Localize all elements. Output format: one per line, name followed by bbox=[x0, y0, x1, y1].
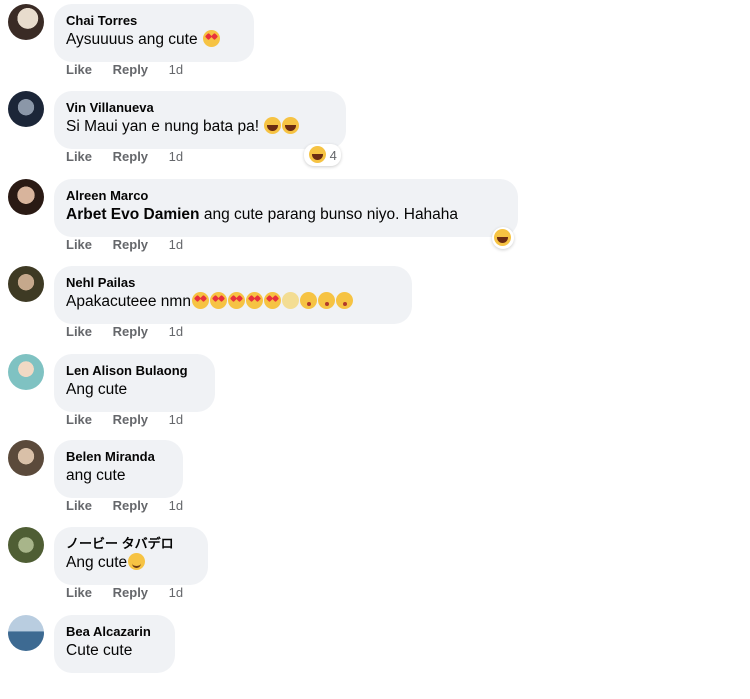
timestamp[interactable]: 1d bbox=[169, 149, 183, 164]
like-button[interactable]: Like bbox=[66, 62, 92, 77]
heart-eyes-icon bbox=[209, 292, 227, 309]
kiss-icon bbox=[317, 292, 335, 309]
timestamp[interactable]: 1d bbox=[169, 498, 183, 513]
comment-actions: Like Reply 1d bbox=[66, 498, 200, 514]
haha-reaction-icon bbox=[309, 146, 326, 163]
comment-text-content: Si Maui yan e nung bata pa! bbox=[66, 118, 260, 135]
comment: Chai Torres Aysuuuus ang cute Like Reply… bbox=[0, 0, 750, 88]
avatar[interactable] bbox=[8, 4, 44, 40]
comment: Nehl Pailas Apakacuteee nmn Like Reply 1… bbox=[0, 262, 750, 350]
comment-bubble: Len Alison Bulaong Ang cute bbox=[54, 354, 215, 412]
avatar[interactable] bbox=[8, 440, 44, 476]
like-button[interactable]: Like bbox=[66, 149, 92, 164]
reply-button[interactable]: Reply bbox=[113, 62, 148, 77]
comment-author[interactable]: Nehl Pailas bbox=[66, 274, 400, 291]
rolling-laughing-icon bbox=[282, 117, 300, 134]
comment-text-content: Apakacuteee nmn bbox=[66, 293, 191, 310]
comment-text: Arbet Evo Damien ang cute parang bunso n… bbox=[66, 204, 506, 226]
timestamp[interactable]: 1d bbox=[169, 585, 183, 600]
heart-eyes-icon bbox=[227, 292, 245, 309]
comment-text: Ang cute bbox=[66, 552, 196, 574]
smile-icon bbox=[128, 553, 146, 570]
like-button[interactable]: Like bbox=[66, 412, 92, 427]
comment-bubble: Chai Torres Aysuuuus ang cute bbox=[54, 4, 254, 62]
comment: Belen Miranda ang cute Like Reply 1d bbox=[0, 436, 750, 524]
comment-text: Apakacuteee nmn bbox=[66, 291, 400, 313]
comment-author[interactable]: Len Alison Bulaong bbox=[66, 362, 203, 379]
reply-button[interactable]: Reply bbox=[113, 585, 148, 600]
comment-bubble: Nehl Pailas Apakacuteee nmn bbox=[54, 266, 412, 324]
comment-actions: Like Reply 1d bbox=[66, 62, 200, 78]
comment-bubble: Alreen Marco Arbet Evo Damien ang cute p… bbox=[54, 179, 518, 237]
comment-text-content: ang cute parang bunso niyo. Hahaha bbox=[199, 206, 459, 223]
timestamp[interactable]: 1d bbox=[169, 237, 183, 252]
comment-text: Ang cute bbox=[66, 381, 128, 398]
comment-text: Cute cute bbox=[66, 642, 133, 659]
grimace-icon bbox=[281, 292, 299, 309]
laughing-icon bbox=[264, 117, 282, 134]
reaction-summary[interactable] bbox=[492, 227, 514, 249]
comment-actions: Like Reply 1d bbox=[66, 149, 200, 165]
comment: Bea Alcazarin Cute cute bbox=[0, 611, 750, 699]
comment: Vin Villanueva Si Maui yan e nung bata p… bbox=[0, 87, 750, 175]
timestamp[interactable]: 1d bbox=[169, 62, 183, 77]
comment-text: Si Maui yan e nung bata pa! bbox=[66, 116, 334, 138]
reply-button[interactable]: Reply bbox=[113, 324, 148, 339]
comment-actions: Like Reply 1d bbox=[66, 324, 200, 340]
comment-text-content: Ang cute bbox=[66, 554, 128, 571]
comment-text-content: Aysuuuus ang cute bbox=[66, 31, 198, 48]
comment-author[interactable]: Alreen Marco bbox=[66, 187, 506, 204]
like-button[interactable]: Like bbox=[66, 498, 92, 513]
reply-button[interactable]: Reply bbox=[113, 412, 148, 427]
comment-author[interactable]: Bea Alcazarin bbox=[66, 623, 163, 640]
comment-text: ang cute bbox=[66, 467, 126, 484]
haha-reaction-icon bbox=[494, 229, 511, 246]
comment: Len Alison Bulaong Ang cute Like Reply 1… bbox=[0, 350, 750, 438]
reply-button[interactable]: Reply bbox=[113, 498, 148, 513]
comment-bubble: Belen Miranda ang cute bbox=[54, 440, 183, 498]
reply-button[interactable]: Reply bbox=[113, 149, 148, 164]
heart-eyes-icon bbox=[245, 292, 263, 309]
comment-author[interactable]: ノービー タバデロ bbox=[66, 535, 196, 552]
comment-bubble: Bea Alcazarin Cute cute bbox=[54, 615, 175, 673]
avatar[interactable] bbox=[8, 354, 44, 390]
comment-actions: Like Reply 1d bbox=[66, 412, 200, 428]
avatar[interactable] bbox=[8, 91, 44, 127]
reaction-count: 4 bbox=[329, 148, 337, 163]
timestamp[interactable]: 1d bbox=[169, 324, 183, 339]
avatar[interactable] bbox=[8, 527, 44, 563]
smiling-face-with-hearts-icon bbox=[202, 30, 220, 47]
heart-eyes-icon bbox=[263, 292, 281, 309]
timestamp[interactable]: 1d bbox=[169, 412, 183, 427]
like-button[interactable]: Like bbox=[66, 237, 92, 252]
reaction-summary[interactable]: 4 bbox=[304, 144, 341, 166]
comment-bubble: ノービー タバデロ Ang cute bbox=[54, 527, 208, 585]
comment: Alreen Marco Arbet Evo Damien ang cute p… bbox=[0, 175, 750, 263]
avatar[interactable] bbox=[8, 615, 44, 651]
comment-actions: Like Reply 1d bbox=[66, 585, 200, 601]
comment-author[interactable]: Vin Villanueva bbox=[66, 99, 334, 116]
kiss-icon bbox=[335, 292, 353, 309]
reply-button[interactable]: Reply bbox=[113, 237, 148, 252]
kiss-icon bbox=[299, 292, 317, 309]
comment-bubble: Vin Villanueva Si Maui yan e nung bata p… bbox=[54, 91, 346, 149]
comment-text: Aysuuuus ang cute bbox=[66, 29, 242, 51]
mention-link[interactable]: Arbet Evo Damien bbox=[66, 206, 200, 223]
comment-actions: Like Reply 1d bbox=[66, 237, 200, 253]
comment-author[interactable]: Belen Miranda bbox=[66, 448, 171, 465]
comment-author[interactable]: Chai Torres bbox=[66, 12, 242, 29]
like-button[interactable]: Like bbox=[66, 324, 92, 339]
heart-eyes-icon bbox=[191, 292, 209, 309]
like-button[interactable]: Like bbox=[66, 585, 92, 600]
comment: ノービー タバデロ Ang cute Like Reply 1d bbox=[0, 523, 750, 611]
avatar[interactable] bbox=[8, 179, 44, 215]
avatar[interactable] bbox=[8, 266, 44, 302]
